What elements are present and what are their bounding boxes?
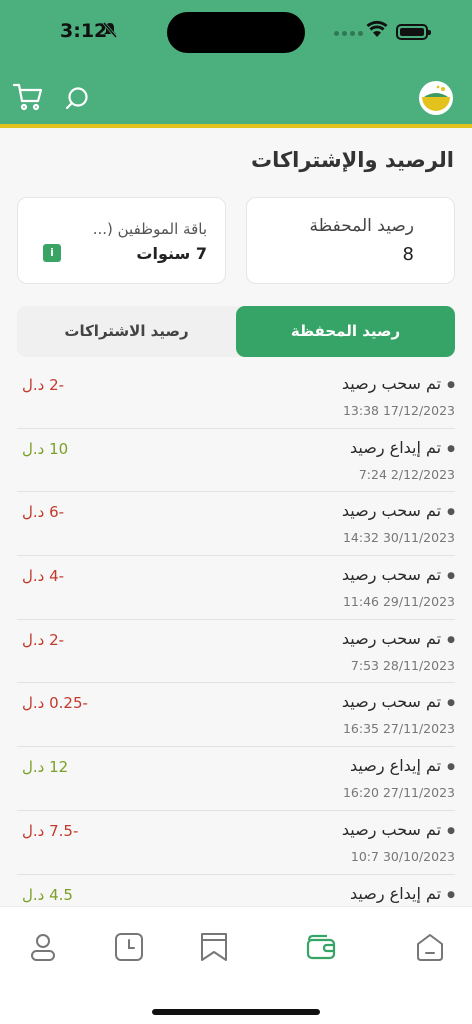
transaction-title: تم إيداع رصيد [350, 438, 455, 457]
transaction-title: تم سحب رصيد [342, 374, 455, 393]
wallet-icon[interactable] [301, 927, 341, 967]
transaction-amount: -7.5 د.ل [22, 821, 79, 840]
transaction-title: تم سحب رصيد [342, 820, 455, 839]
info-icon[interactable]: i [43, 244, 61, 262]
transaction-amount: 4.5 د.ل [22, 885, 73, 904]
history-icon[interactable] [109, 927, 149, 967]
home-indicator[interactable] [152, 1009, 320, 1015]
transaction-date: 13:38 17/12/2023 [342, 403, 455, 418]
transactions-list: تم سحب رصيد 13:38 17/12/2023 -2 د.ل تم إ… [17, 365, 455, 939]
profile-icon[interactable] [23, 927, 63, 967]
app-logo [418, 80, 454, 116]
transaction-row[interactable]: تم إيداع رصيد 16:20 27/11/2023 12 د.ل [17, 747, 455, 811]
dynamic-island [167, 12, 305, 53]
transaction-row[interactable]: تم إيداع رصيد 7:24 2/12/2023 10 د.ل [17, 429, 455, 493]
transaction-date: 16:35 27/11/2023 [342, 721, 455, 737]
transaction-title: تم إيداع رصيد [350, 884, 455, 903]
transaction-amount: -6 د.ل [22, 503, 65, 522]
transaction-row[interactable]: تم سحب رصيد 7:53 28/11/2023 -2 د.ل [17, 620, 455, 684]
bottom-navigation [0, 906, 472, 1024]
transaction-amount: -0.25 د.ل [22, 694, 88, 713]
transaction-title: تم إيداع رصيد [350, 756, 455, 775]
cart-icon[interactable] [12, 82, 44, 116]
transaction-amount: 12 د.ل [22, 758, 69, 777]
wallet-balance-card[interactable]: رصيد المحفظة 8 [246, 197, 455, 284]
transaction-date: 14:32 30/11/2023 [342, 530, 455, 546]
wallet-balance-value: 8 [402, 244, 414, 265]
transaction-date: 16:20 27/11/2023 [342, 785, 455, 801]
home-icon[interactable] [410, 927, 450, 967]
transaction-amount: -4 د.ل [22, 567, 65, 586]
transaction-row[interactable]: تم سحب رصيد 10:7 30/10/2023 -7.5 د.ل [17, 811, 455, 875]
transaction-amount: 10 د.ل [22, 439, 69, 458]
transaction-date: 7:53 28/11/2023 [350, 657, 455, 673]
transaction-date: 7:24 2/12/2023 [358, 466, 455, 482]
transaction-date: 11:46 29/11/2023 [342, 594, 455, 610]
transaction-title: تم سحب رصيد [342, 501, 455, 520]
transaction-amount: -2 د.ل [22, 376, 65, 394]
package-duration: 7 سنوات [136, 244, 207, 263]
bookmark-icon[interactable] [194, 927, 234, 967]
silent-mode-icon [102, 22, 118, 42]
transaction-row[interactable]: تم سحب رصيد 13:38 17/12/2023 -2 د.ل [17, 365, 455, 429]
wallet-balance-label: رصيد المحفظة [309, 216, 414, 236]
tab-subscriptions-balance[interactable]: رصيد الاشتراكات [17, 306, 236, 357]
search-icon[interactable] [64, 85, 90, 115]
balance-tabs: رصيد الاشتراكات رصيد المحفظة [17, 306, 455, 357]
transaction-row[interactable]: تم سحب رصيد 14:32 30/11/2023 -6 د.ل [17, 492, 455, 557]
cellular-signal-icon [334, 31, 363, 36]
package-name: باقة الموظفين (... [92, 220, 207, 238]
subscription-package-card[interactable]: باقة الموظفين (... 7 سنوات i [17, 197, 226, 284]
wifi-icon [366, 20, 388, 42]
page-title: الرصيد والإشتراكات [250, 148, 454, 172]
transaction-row[interactable]: تم سحب رصيد 16:35 27/11/2023 -0.25 د.ل [17, 683, 455, 748]
transaction-row[interactable]: تم سحب رصيد 11:46 29/11/2023 -4 د.ل [17, 556, 455, 620]
status-time: 3:12 [60, 20, 108, 42]
transaction-title: تم سحب رصيد [342, 565, 455, 584]
battery-icon [396, 24, 431, 40]
tab-wallet-balance[interactable]: رصيد المحفظة [236, 306, 455, 357]
app-header: 3:12 [0, 0, 472, 128]
transaction-amount: -2 د.ل [22, 630, 65, 649]
transaction-title: تم سحب رصيد [342, 629, 455, 648]
transaction-date: 10:7 30/10/2023 [350, 848, 455, 864]
transaction-title: تم سحب رصيد [342, 692, 455, 711]
